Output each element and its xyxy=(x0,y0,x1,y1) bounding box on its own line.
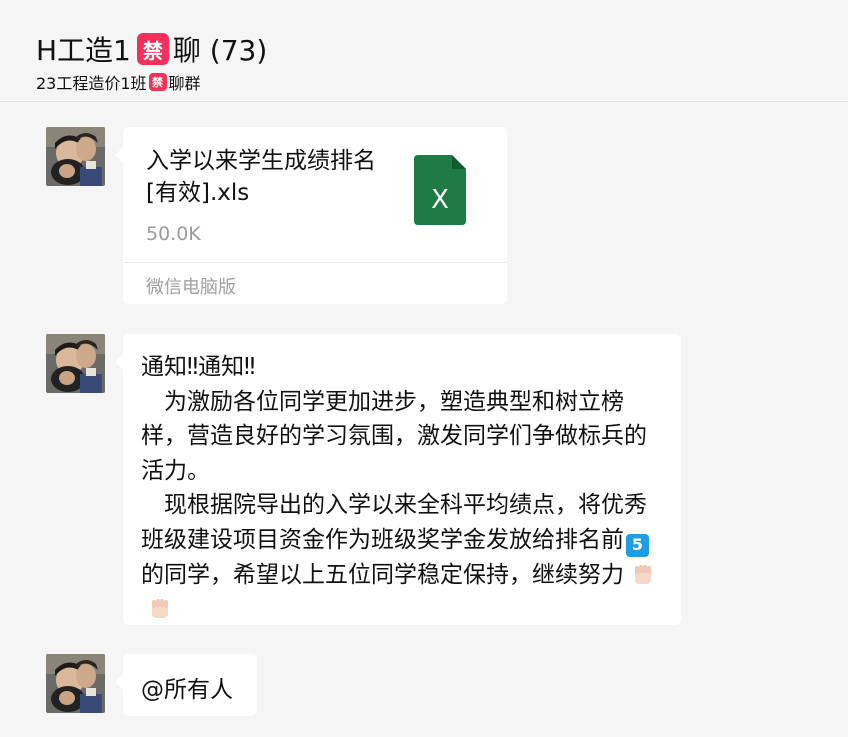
file-source-label: 微信电脑版 xyxy=(146,277,236,298)
number-five-badge: 5 xyxy=(626,533,649,557)
user-avatar[interactable] xyxy=(46,654,105,713)
title-prefix: H工造1 xyxy=(36,34,131,67)
user-avatar[interactable] xyxy=(46,127,105,186)
title-suffix: 聊 (73) xyxy=(172,34,268,67)
paragraph-2-text: 现根据院导出的入学以来全科平均绩点，将优秀班级建设项目资金作为班级奖学金发放给排… xyxy=(141,492,647,553)
subtitle-prefix: 23工程造价1班 xyxy=(36,74,147,93)
notice-paragraph-2: 现根据院导出的入学以来全科平均绩点，将优秀班级建设项目资金作为班级奖学金发放给排… xyxy=(141,488,669,626)
chat-subtitle: 23工程造价1班 禁 聊群 xyxy=(36,71,201,93)
notice-heading: 通知‼通知‼ xyxy=(141,354,256,380)
file-size: 50.0K xyxy=(146,223,201,245)
mention-all-text: @所有人 xyxy=(141,677,233,703)
file-message-bubble[interactable]: 入学以来学生成绩排名[有效].xls 50.0K X 微信电脑版 xyxy=(115,127,507,304)
excel-file-icon: X xyxy=(414,155,466,225)
excel-letter: X xyxy=(431,185,449,215)
mention-message-bubble[interactable]: @所有人 xyxy=(115,654,257,716)
chat-title[interactable]: H工造1 禁 聊 (73) xyxy=(36,29,267,69)
user-avatar[interactable] xyxy=(46,334,105,393)
chat-header: H工造1 禁 聊 (73) 23工程造价1班 禁 聊群 xyxy=(0,0,848,102)
subtitle-suffix: 聊群 xyxy=(168,74,201,93)
file-name: 入学以来学生成绩排名[有效].xls xyxy=(146,148,376,206)
text-message-bubble[interactable]: 通知‼通知‼ 为激励各位同学更加进步，塑造典型和树立榜样，营造良好的学习氛围，激… xyxy=(115,334,681,627)
ban-icon: 禁 xyxy=(136,33,169,65)
fist-emoji xyxy=(152,599,168,619)
file-footer: 微信电脑版 xyxy=(123,262,507,304)
paragraph-2-continued: 的同学，希望以上五位同学稳定保持，继续努力 xyxy=(141,561,624,588)
notice-paragraph-1: 为激励各位同学更加进步，塑造典型和树立榜样，营造良好的学习氛围，激发同学们争做标… xyxy=(141,388,647,484)
fist-emoji xyxy=(635,564,651,584)
ban-icon-small: 禁 xyxy=(148,73,167,91)
message-text: 通知‼通知‼ 为激励各位同学更加进步，塑造典型和树立榜样，营造良好的学习氛围，激… xyxy=(141,350,669,627)
